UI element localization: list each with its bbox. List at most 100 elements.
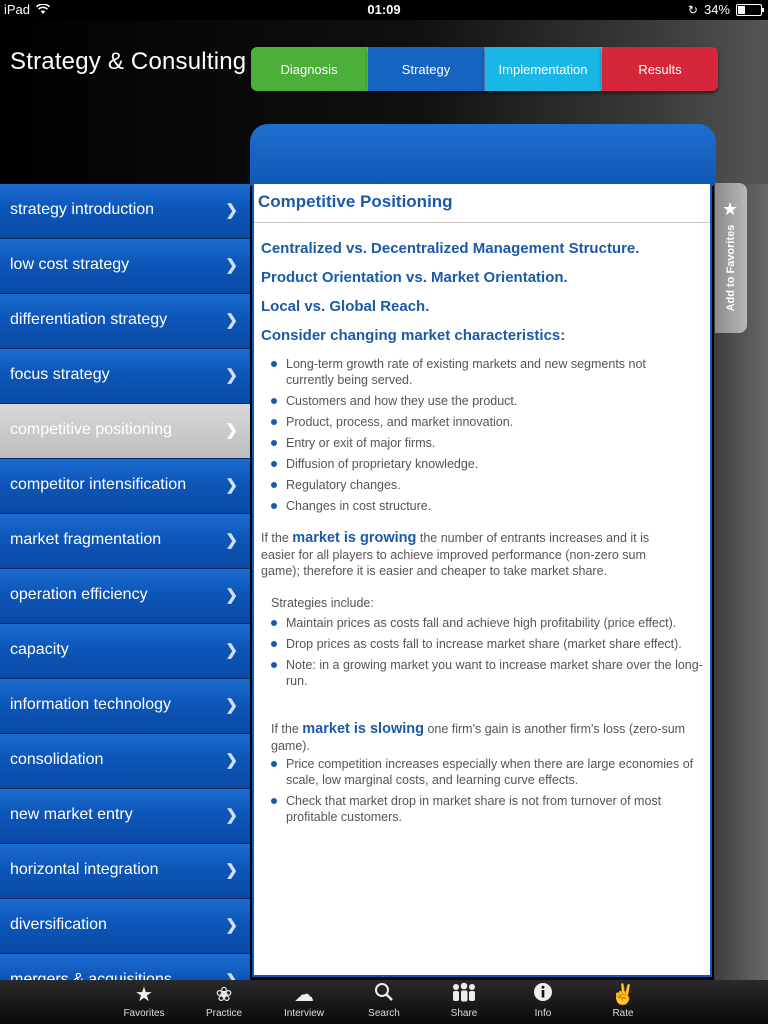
clock: 01:09	[367, 2, 401, 17]
sidebar-item-consolidation[interactable]: consolidation ❯	[0, 734, 250, 789]
bullet-icon	[271, 641, 277, 647]
sidebar-item-horizontal-integration[interactable]: horizontal integration ❯	[0, 844, 250, 899]
sidebar-item-market-fragmentation[interactable]: market fragmentation ❯	[0, 514, 250, 569]
tab-diagnosis[interactable]: Diagnosis	[251, 47, 368, 91]
info-icon	[508, 982, 578, 1008]
sidebar-item-label: market fragmentation	[10, 531, 162, 548]
chevron-right-icon: ❯	[225, 807, 238, 824]
bullet-icon	[271, 419, 277, 425]
brain-icon: ❀	[215, 984, 233, 1006]
chevron-right-icon: ❯	[225, 917, 238, 934]
list-item-text: Changes in cost structure.	[286, 499, 432, 513]
tabbar-info[interactable]: Info	[508, 982, 578, 1019]
sidebar-item-label: horizontal integration	[10, 861, 159, 878]
tabbar-label: Interview	[283, 1008, 324, 1019]
heading-product-orientation: Product Orientation vs. Market Orientati…	[261, 269, 568, 286]
sidebar-item-diversification[interactable]: diversification ❯	[0, 899, 250, 954]
section-tabs: Diagnosis Strategy Implementation Result…	[251, 47, 718, 91]
sidebar-item-focus-strategy[interactable]: focus strategy ❯	[0, 349, 250, 404]
bullet-icon	[271, 620, 277, 626]
list-item-text: Diffusion of proprietary knowledge.	[286, 457, 479, 471]
sidebar-item-new-market-entry[interactable]: new market entry ❯	[0, 789, 250, 844]
sidebar-item-differentiation-strategy[interactable]: differentiation strategy ❯	[0, 294, 250, 349]
chevron-right-icon: ❯	[225, 477, 238, 494]
chevron-right-icon: ❯	[225, 971, 238, 980]
tab-strategy[interactable]: Strategy	[368, 47, 485, 91]
sidebar-item-label: operation efficiency	[10, 586, 148, 603]
tab-results[interactable]: Results	[602, 47, 718, 91]
sidebar-item-label: competitive positioning	[10, 421, 172, 438]
strategies-label: Strategies include:	[271, 596, 374, 610]
status-bar: iPad 01:09 ↻ 34%	[0, 0, 768, 20]
sidebar-item-label: focus strategy	[10, 366, 110, 383]
sidebar-item-competitive-positioning[interactable]: competitive positioning ❯	[0, 404, 250, 459]
sidebar-item-competitor-intensification[interactable]: competitor intensification ❯	[0, 459, 250, 514]
bullet-icon	[271, 503, 277, 509]
sidebar-item-strategy-introduction[interactable]: strategy introduction ❯	[0, 184, 250, 239]
tabbar-label: Info	[534, 1008, 552, 1019]
bullet-icon	[271, 398, 277, 404]
sidebar-item-label: mergers & acquisitions	[10, 971, 172, 980]
content-header-cap	[250, 124, 716, 186]
tabbar-share[interactable]: Share	[429, 982, 499, 1019]
chat-icon: ☁	[294, 984, 314, 1006]
sidebar-item-label: low cost strategy	[10, 256, 130, 273]
list-item: Regulatory changes.	[261, 477, 686, 493]
sidebar-item-low-cost-strategy[interactable]: low cost strategy ❯	[0, 239, 250, 294]
tabbar-label: Rate	[612, 1008, 634, 1019]
strategies-list: Maintain prices as costs fall and achiev…	[261, 615, 706, 694]
sidebar-item-mergers-acquisitions[interactable]: mergers & acquisitions ❯	[0, 954, 250, 980]
sidebar-item-label: competitor intensification	[10, 476, 187, 493]
list-item: Price competition increases especially w…	[261, 756, 706, 788]
tabbar-label: Favorites	[123, 1008, 165, 1019]
chevron-right-icon: ❯	[225, 202, 238, 219]
tabbar-interview[interactable]: ☁ Interview	[269, 982, 339, 1019]
market-growing-paragraph: If the market is growing the number of e…	[261, 530, 679, 580]
list-item-text: Check that market drop in market share i…	[286, 794, 662, 824]
tabbar-label: Search	[368, 1008, 400, 1019]
chevron-right-icon: ❯	[225, 532, 238, 549]
bullet-icon	[271, 461, 277, 467]
sidebar-item-label: consolidation	[10, 751, 104, 768]
chevron-right-icon: ❯	[225, 752, 238, 769]
sidebar-item-label: strategy introduction	[10, 201, 155, 218]
chevron-right-icon: ❯	[225, 697, 238, 714]
search-icon	[349, 982, 419, 1008]
tabbar-rate[interactable]: ✌ Rate	[588, 982, 658, 1019]
add-to-favorites-button[interactable]: ★ Add to Favorites	[715, 183, 747, 333]
sidebar-item-operation-efficiency[interactable]: operation efficiency ❯	[0, 569, 250, 624]
sidebar-item-label: information technology	[10, 696, 171, 713]
chevron-right-icon: ❯	[225, 642, 238, 659]
tab-implementation[interactable]: Implementation	[485, 47, 602, 91]
people-icon	[429, 982, 499, 1008]
sidebar-item-capacity[interactable]: capacity ❯	[0, 624, 250, 679]
bullet-icon	[271, 361, 277, 367]
tabbar-favorites[interactable]: ★ Favorites	[109, 982, 179, 1019]
list-item-text: Drop prices as costs fall to increase ma…	[286, 637, 682, 651]
content-title: Competitive Positioning	[258, 192, 453, 211]
content-panel: Competitive Positioning Centralized vs. …	[252, 184, 712, 977]
battery-percent: 34%	[703, 2, 730, 17]
chevron-right-icon: ❯	[225, 862, 238, 879]
sidebar-item-label: new market entry	[10, 806, 133, 823]
market-slowing-paragraph: If the market is slowing one firm's gain…	[271, 721, 691, 754]
tabbar-practice[interactable]: ❀ Practice	[189, 982, 259, 1019]
list-item: Diffusion of proprietary knowledge.	[261, 456, 686, 472]
list-item: Entry or exit of major firms.	[261, 435, 686, 451]
slowing-list: Price competition increases especially w…	[261, 756, 706, 830]
app-title: Strategy & Consulting	[10, 48, 247, 75]
star-icon: ★	[722, 199, 739, 219]
heading-management-structure: Centralized vs. Decentralized Management…	[261, 240, 640, 257]
bottom-tab-bar: ★ Favorites ❀ Practice ☁ Interview Searc…	[0, 980, 768, 1024]
sidebar-item-information-technology[interactable]: information technology ❯	[0, 679, 250, 734]
tabbar-search[interactable]: Search	[349, 982, 419, 1019]
sidebar-item-label: capacity	[10, 641, 69, 658]
list-item: Note: in a growing market you want to in…	[261, 657, 706, 689]
list-item: Drop prices as costs fall to increase ma…	[261, 636, 706, 652]
list-item-text: Customers and how they use the product.	[286, 394, 518, 408]
bullet-icon	[271, 482, 277, 488]
bullet-icon	[271, 440, 277, 446]
list-item: Maintain prices as costs fall and achiev…	[261, 615, 706, 631]
chevron-right-icon: ❯	[225, 587, 238, 604]
list-item-text: Note: in a growing market you want to in…	[286, 658, 703, 688]
